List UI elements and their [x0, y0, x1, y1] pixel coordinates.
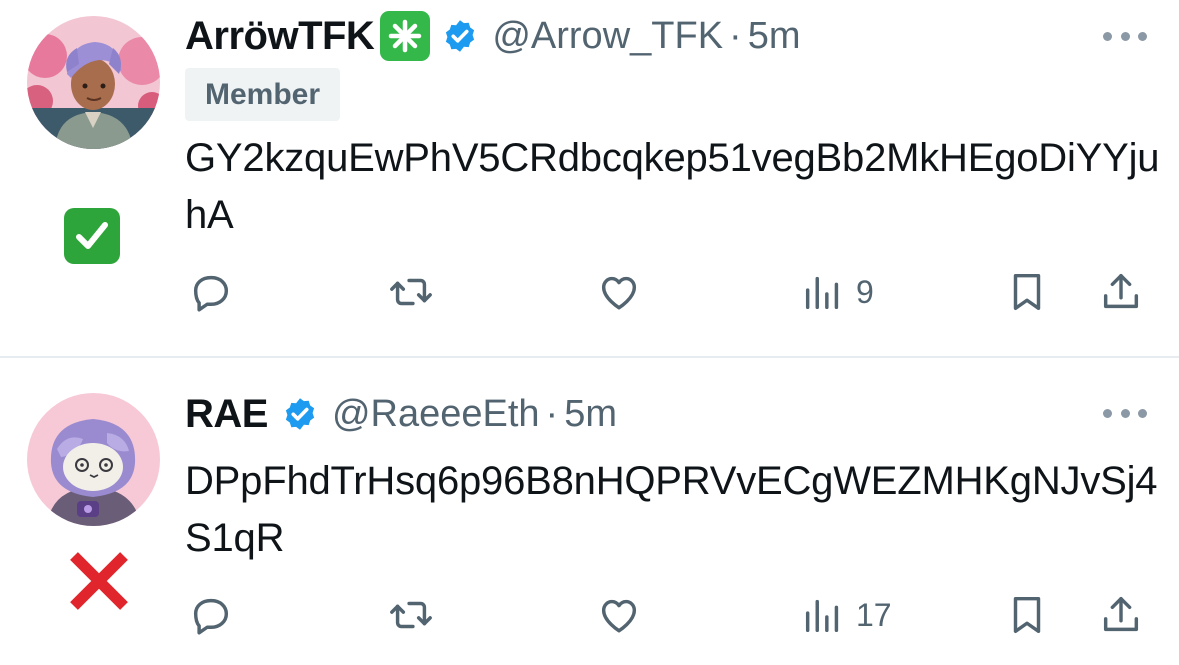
view-count: 9	[856, 273, 874, 310]
avatar[interactable]	[27, 16, 160, 149]
separator: ·	[545, 392, 559, 435]
verified-badge-icon	[442, 18, 478, 54]
action-bar: 9	[0, 262, 1179, 322]
timestamp[interactable]: 5m	[748, 15, 801, 58]
bookmark-button[interactable]	[1004, 262, 1050, 322]
views-icon	[805, 276, 839, 310]
views-button[interactable]: 9	[800, 262, 874, 322]
share-icon	[1103, 596, 1139, 632]
avatar[interactable]	[27, 393, 160, 526]
share-icon	[1103, 273, 1139, 309]
retweet-button[interactable]	[388, 585, 434, 645]
share-button[interactable]	[1098, 262, 1144, 322]
retweet-icon	[390, 278, 432, 306]
like-button[interactable]	[596, 262, 642, 322]
view-count: 17	[856, 596, 892, 633]
reply-icon	[193, 598, 229, 635]
sparkle-badge-icon	[380, 11, 431, 61]
bookmark-button[interactable]	[1004, 585, 1050, 645]
more-options-icon[interactable]	[1103, 403, 1147, 423]
tweet-header: ArröwTFK @Arrow_TFK · 5m	[185, 6, 801, 66]
handle[interactable]: @RaeeeEth	[332, 393, 540, 436]
verified-badge-icon	[282, 396, 318, 432]
display-name[interactable]: RAE	[185, 392, 268, 437]
heart-icon	[601, 599, 637, 633]
retweet-icon	[390, 601, 432, 629]
more-options-icon[interactable]	[1103, 26, 1147, 46]
share-button[interactable]	[1098, 585, 1144, 645]
member-badge: Member	[185, 68, 341, 121]
tweet[interactable]: ArröwTFK @Arrow_TFK · 5m Member GY2kzquE…	[0, 0, 1179, 356]
tweet-text: GY2kzquEwPhV5CRdbcqkep51vegBb2MkHEgoDiYY…	[185, 136, 1160, 237]
reply-button[interactable]	[188, 262, 234, 322]
tweet-feed: ArröwTFK @Arrow_TFK · 5m Member GY2kzquE…	[0, 0, 1179, 665]
green-checkmark-icon	[64, 208, 120, 264]
like-button[interactable]	[596, 585, 642, 645]
tweet[interactable]: RAE @RaeeeEth · 5m DPpFhdTrHsq6p96B8nHQP…	[0, 358, 1179, 665]
bookmark-icon	[1013, 596, 1041, 634]
reply-button[interactable]	[188, 585, 234, 645]
handle[interactable]: @Arrow_TFK	[492, 15, 723, 58]
tweet-header: RAE @RaeeeEth · 5m	[185, 384, 617, 444]
timestamp[interactable]: 5m	[564, 393, 617, 436]
retweet-button[interactable]	[388, 262, 434, 322]
heart-icon	[601, 276, 637, 310]
reply-icon	[193, 275, 229, 312]
action-bar: 17	[0, 585, 1179, 645]
tweet-text: DPpFhdTrHsq6p96B8nHQPRVvECgWEZMHKgNJvSj4…	[185, 459, 1158, 560]
separator: ·	[729, 14, 742, 57]
views-button[interactable]: 17	[800, 585, 892, 645]
bookmark-icon	[1013, 273, 1041, 311]
views-icon	[805, 599, 839, 633]
display-name[interactable]: ArröwTFK	[185, 14, 375, 59]
